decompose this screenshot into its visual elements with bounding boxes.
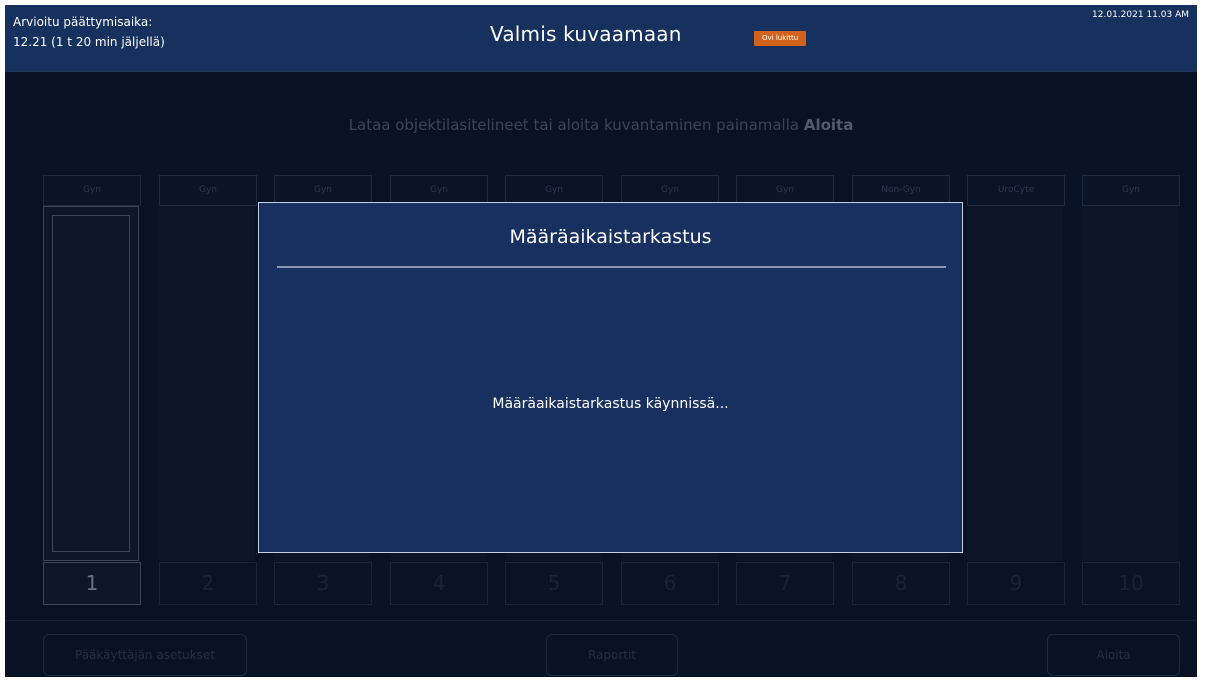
dialog-message: Määräaikaistarkastus käynnissä...	[492, 396, 729, 412]
estimated-end-value: 12.21 (1 t 20 min jäljellä)	[13, 35, 165, 49]
dialog-divider	[277, 266, 946, 268]
door-locked-badge: Ovi lukittu	[754, 31, 807, 46]
status-title: Valmis kuvaamaan	[490, 22, 682, 46]
maintenance-dialog: Määräaikaistarkastus Määräaikaistarkastu…	[258, 202, 963, 553]
app-window: Arvioitu päättymisaika: 12.21 (1 t 20 mi…	[5, 5, 1197, 677]
datetime: 12.01.2021 11.03 AM	[1092, 10, 1189, 20]
header-bar: Arvioitu päättymisaika: 12.21 (1 t 20 mi…	[5, 5, 1197, 72]
dialog-title: Määräaikaistarkastus	[509, 226, 712, 248]
estimated-end-label: Arvioitu päättymisaika:	[13, 15, 153, 29]
